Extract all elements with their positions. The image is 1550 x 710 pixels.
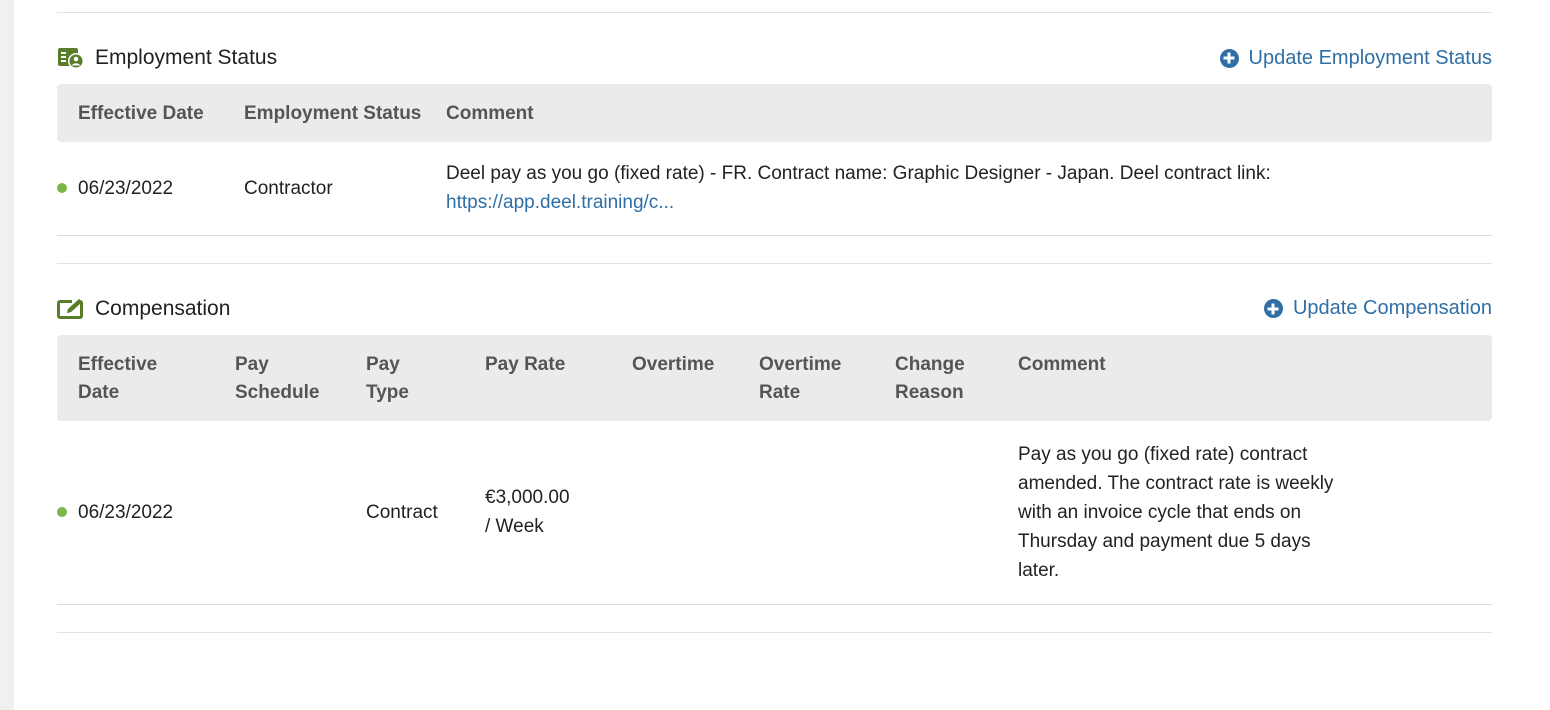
comment-cell: Pay as you go (fixed rate) contract amen…: [997, 420, 1492, 605]
table-header-row: Effective Date Pay Schedule Pay Type Pay…: [57, 334, 1492, 421]
current-status-dot: [57, 507, 67, 518]
employment-status-title: Employment Status: [57, 46, 277, 70]
compensation-title: Compensation: [57, 297, 230, 321]
table-row: 06/23/2022 Contract €3,000.00 / Week Pay…: [57, 420, 1492, 605]
current-status-dot: [57, 183, 67, 194]
compensation-table: Effective Date Pay Schedule Pay Type Pay…: [57, 334, 1492, 605]
table-header-row: Effective Date Employment Status Comment: [57, 84, 1492, 142]
id-badge-icon: [57, 46, 85, 70]
pay-rate-amount: €3,000.00: [485, 487, 570, 509]
plus-circle-icon: [1219, 48, 1239, 68]
col-change-reason: Change Reason: [874, 334, 997, 421]
overtime-rate-value: [738, 420, 874, 605]
col-overtime-rate: Overtime Rate: [738, 334, 874, 421]
left-gutter: [0, 0, 14, 710]
col-employment-status: Employment Status: [223, 84, 425, 142]
employment-status-value: Contractor: [223, 142, 425, 236]
comment-text: Deel pay as you go (fixed rate) - FR. Co…: [446, 163, 1271, 185]
bottom-divider: [57, 632, 1492, 633]
pay-type-value: Contract: [345, 420, 464, 605]
employment-status-section: Employment Status Update Employment Stat…: [57, 43, 1492, 236]
col-effective-date: Effective Date: [57, 334, 214, 421]
employment-status-table: Effective Date Employment Status Comment…: [57, 84, 1492, 236]
top-divider: [57, 12, 1492, 13]
col-effective-date: Effective Date: [57, 84, 223, 142]
compensation-heading: Compensation: [95, 296, 231, 320]
update-employment-status-button[interactable]: Update Employment Status: [1219, 46, 1492, 70]
col-overtime: Overtime: [611, 334, 738, 421]
col-comment: Comment: [425, 84, 1492, 142]
change-reason-value: [874, 420, 997, 605]
update-employment-status-label: Update Employment Status: [1248, 46, 1492, 69]
overtime-value: [611, 420, 738, 605]
effective-date-value: 06/23/2022: [78, 177, 174, 199]
update-compensation-button[interactable]: Update Compensation: [1263, 297, 1492, 320]
table-row: 06/23/2022 Contractor Deel pay as you go…: [57, 142, 1492, 236]
col-pay-type: Pay Type: [345, 334, 464, 421]
col-comment: Comment: [997, 334, 1492, 421]
comment-cell: Deel pay as you go (fixed rate) - FR. Co…: [425, 142, 1492, 236]
plus-circle-icon: [1263, 299, 1283, 318]
compensation-section: Compensation Update Compensation Effecti…: [57, 294, 1492, 605]
col-pay-schedule: Pay Schedule: [214, 334, 345, 421]
col-pay-rate: Pay Rate: [464, 334, 611, 421]
comment-text: Pay as you go (fixed rate) contract amen…: [1018, 443, 1334, 581]
pay-rate-period: / Week: [485, 516, 544, 538]
compensation-header: Compensation Update Compensation: [57, 294, 1492, 324]
pay-rate-cell: €3,000.00 / Week: [464, 420, 611, 605]
effective-date-cell: 06/23/2022: [57, 142, 223, 236]
employment-status-heading: Employment Status: [95, 46, 278, 69]
main-content: Employment Status Update Employment Stat…: [57, 0, 1492, 633]
contract-link[interactable]: https://app.deel.training/c...: [446, 192, 674, 213]
edit-note-icon: [57, 298, 85, 320]
effective-date-cell: 06/23/2022: [57, 420, 214, 605]
section-divider: [57, 262, 1492, 264]
effective-date-value: 06/23/2022: [78, 501, 174, 523]
pay-schedule-value: [214, 420, 345, 605]
update-compensation-label: Update Compensation: [1292, 297, 1492, 319]
employment-status-header: Employment Status Update Employment Stat…: [57, 43, 1492, 73]
